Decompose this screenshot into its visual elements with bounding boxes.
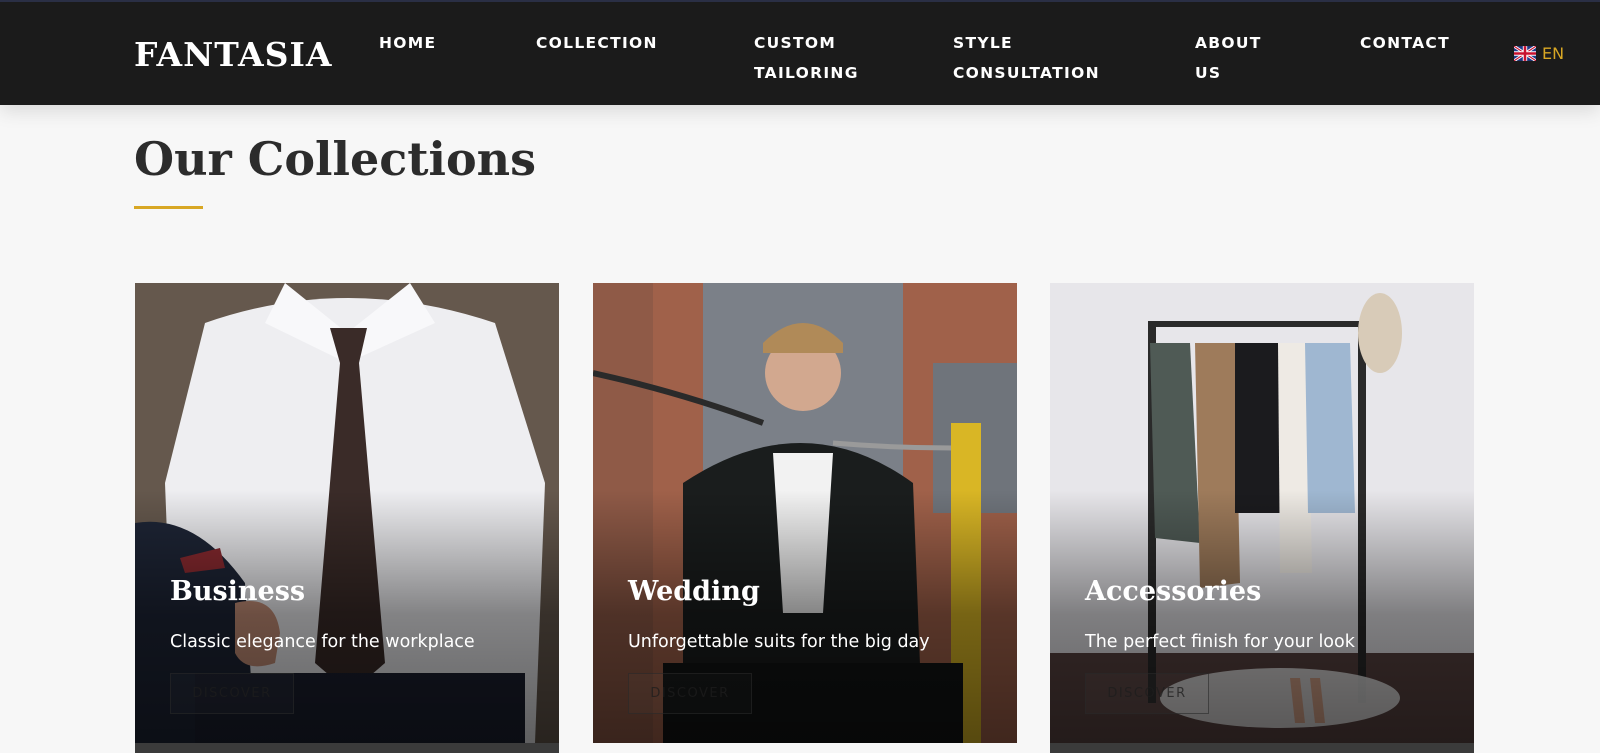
- nav-collection-label: COLLECTION: [536, 34, 658, 52]
- card-subtitle: The perfect finish for your look: [1085, 632, 1355, 652]
- card-bottom-bar: [1050, 743, 1474, 753]
- language-selector[interactable]: EN: [1514, 44, 1564, 63]
- discover-button-accessories[interactable]: DISCOVER: [1085, 673, 1209, 714]
- page-title: Our Collections: [134, 132, 537, 186]
- language-code: EN: [1542, 44, 1565, 63]
- nav-style-consultation[interactable]: STYLE CONSULTATION: [953, 28, 1100, 88]
- nav-collection[interactable]: COLLECTION: [536, 28, 658, 58]
- card-subtitle: Classic elegance for the workplace: [170, 632, 475, 652]
- nav-contact[interactable]: CONTACT: [1360, 28, 1450, 58]
- nav-style-consultation-label-2: CONSULTATION: [953, 64, 1100, 82]
- card-title: Wedding: [628, 576, 760, 607]
- card-title: Business: [170, 576, 306, 607]
- title-underline: [134, 206, 203, 209]
- site-header: FANTASIA HOME COLLECTION CUSTOM TAILORIN…: [0, 0, 1600, 105]
- nav-about-us[interactable]: ABOUT US: [1195, 28, 1262, 88]
- uk-flag-icon: [1514, 46, 1536, 61]
- nav-style-consultation-label-1: STYLE: [953, 34, 1013, 52]
- nav-contact-label: CONTACT: [1360, 34, 1450, 52]
- nav-about-us-label-2: US: [1195, 64, 1222, 82]
- card-bottom-bar: [135, 743, 559, 753]
- nav-custom-tailoring[interactable]: CUSTOM TAILORING: [754, 28, 859, 88]
- nav-custom-tailoring-label-2: TAILORING: [754, 64, 859, 82]
- card-title: Accessories: [1085, 576, 1262, 607]
- collection-card-wedding[interactable]: Wedding Unforgettable suits for the big …: [593, 283, 1017, 753]
- nav-about-us-label-1: ABOUT: [1195, 34, 1262, 52]
- nav-custom-tailoring-label-1: CUSTOM: [754, 34, 837, 52]
- card-subtitle: Unforgettable suits for the big day: [628, 632, 930, 652]
- collection-card-accessories[interactable]: Accessories The perfect finish for your …: [1050, 283, 1474, 753]
- collection-card-business[interactable]: Business Classic elegance for the workpl…: [135, 283, 559, 753]
- brand-logo[interactable]: FANTASIA: [134, 35, 333, 74]
- discover-button-wedding[interactable]: DISCOVER: [628, 673, 752, 714]
- discover-button-business[interactable]: DISCOVER: [170, 673, 294, 714]
- nav-home[interactable]: HOME: [379, 28, 436, 58]
- nav-home-label: HOME: [379, 34, 437, 52]
